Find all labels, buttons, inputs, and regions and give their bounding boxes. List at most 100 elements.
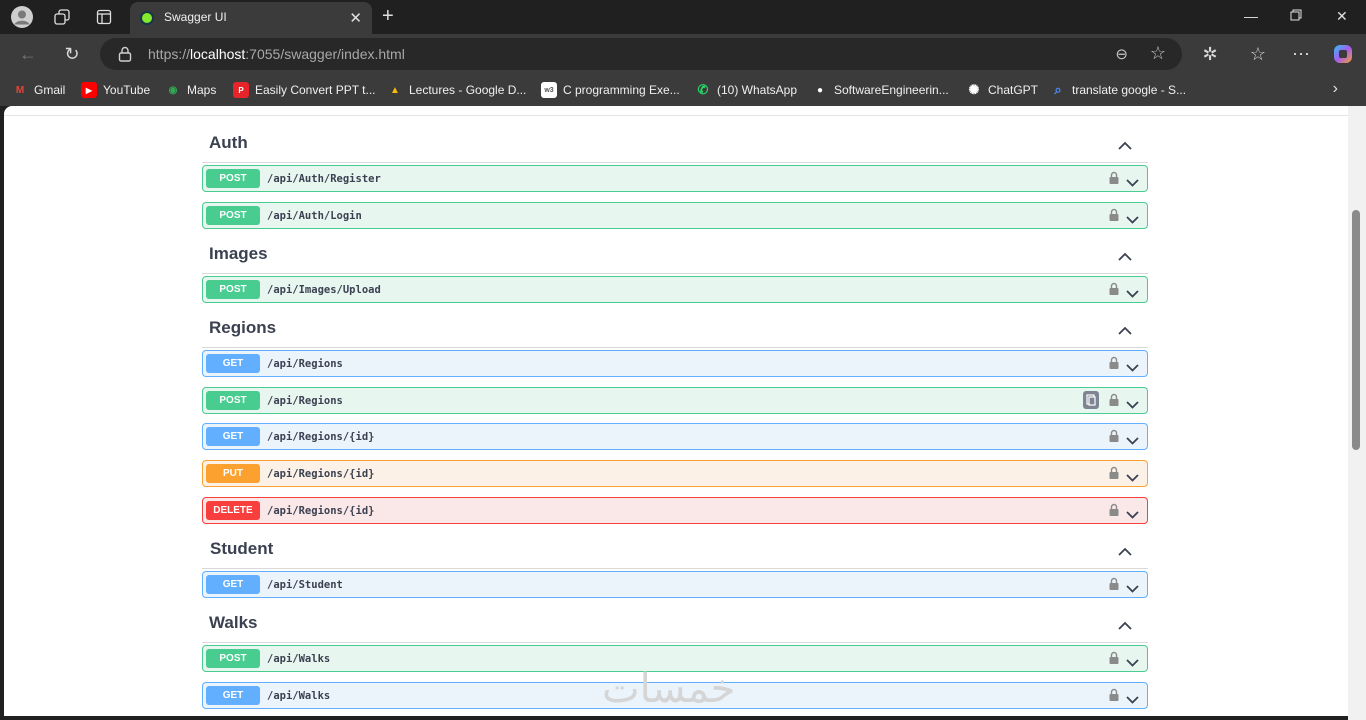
authorization-lock-icon[interactable] xyxy=(1109,393,1119,407)
operation-path: /api/Auth/Login xyxy=(267,210,362,222)
chevron-up-icon[interactable] xyxy=(1118,322,1132,340)
tag-header-regions[interactable]: Regions xyxy=(202,308,1148,348)
profile-avatar-icon[interactable] xyxy=(9,5,35,29)
operation-post-api-regions[interactable]: POST/api/Regions xyxy=(202,387,1148,414)
minimize-icon[interactable]: — xyxy=(1244,8,1258,24)
tag-name: Student xyxy=(210,539,274,558)
bookmark-github[interactable]: ● SoftwareEngineerin... xyxy=(812,82,949,98)
tag-name: Auth xyxy=(209,133,248,152)
bookmark-lectures-drive[interactable]: ▲ Lectures - Google D... xyxy=(387,82,526,98)
authorization-lock-icon[interactable] xyxy=(1109,171,1119,185)
chevron-down-icon[interactable] xyxy=(1126,211,1139,229)
chevron-up-icon[interactable] xyxy=(1118,137,1132,155)
chevron-right-icon[interactable]: › xyxy=(1333,80,1338,98)
tag-header-images[interactable]: Images xyxy=(202,234,1148,274)
tag-header-auth[interactable]: Auth xyxy=(202,123,1148,163)
chevron-down-icon[interactable] xyxy=(1126,432,1139,450)
new-tab-icon[interactable]: + xyxy=(382,6,394,26)
more-menu-icon[interactable]: ⋯ xyxy=(1289,42,1313,66)
tab-actions-icon[interactable] xyxy=(91,5,117,29)
operation-delete-api-regions-id[interactable]: DELETE/api/Regions/{id} xyxy=(202,497,1148,524)
authorization-lock-icon[interactable] xyxy=(1109,688,1119,702)
tag-header-walks[interactable]: Walks xyxy=(202,603,1148,643)
operation-path: /api/Auth/Register xyxy=(267,173,381,185)
method-badge: POST xyxy=(206,391,260,410)
chevron-up-icon[interactable] xyxy=(1118,248,1132,266)
tab-swagger-ui[interactable]: Swagger UI ✕ xyxy=(130,2,372,34)
page-viewport: Auth POST/api/Auth/Register POST/api/Auth/… xyxy=(4,106,1348,716)
operation-path: /api/Regions xyxy=(267,358,343,370)
address-bar[interactable]: https://localhost:7055/swagger/index.htm… xyxy=(100,38,1182,70)
operation-get-api-regions-id[interactable]: GET/api/Regions/{id} xyxy=(202,423,1148,450)
chatgpt-icon: ✺ xyxy=(968,82,980,97)
close-window-icon[interactable]: ✕ xyxy=(1336,8,1348,25)
close-tab-icon[interactable]: ✕ xyxy=(349,9,362,27)
operation-get-api-regions[interactable]: GET/api/Regions xyxy=(202,350,1148,377)
restore-icon[interactable] xyxy=(1290,8,1302,24)
method-badge: GET xyxy=(206,575,260,594)
favorite-star-icon[interactable]: ☆ xyxy=(1150,43,1166,64)
chevron-up-icon[interactable] xyxy=(1118,617,1132,635)
method-badge: DELETE xyxy=(206,501,260,520)
chevron-down-icon[interactable] xyxy=(1126,654,1139,672)
bookmarks-bar: M Gmail ▶ YouTube ◉ Maps P Easily Convert PP… xyxy=(0,74,1366,106)
bookmark-maps[interactable]: ◉ Maps xyxy=(165,82,217,98)
workspaces-icon[interactable] xyxy=(49,5,75,29)
authorization-lock-icon[interactable] xyxy=(1109,466,1119,480)
bookmark-c-programming[interactable]: w3 C programming Exe... xyxy=(541,82,680,98)
authorization-lock-icon[interactable] xyxy=(1109,356,1119,370)
chevron-down-icon[interactable] xyxy=(1126,174,1139,192)
authorization-lock-icon[interactable] xyxy=(1109,503,1119,517)
chevron-down-icon[interactable] xyxy=(1126,469,1139,487)
bookmark-gmail[interactable]: M Gmail xyxy=(12,82,66,98)
zoom-icon[interactable]: ⊖ xyxy=(1115,45,1128,63)
bookmark-translate[interactable]: ⌕ translate google - S... xyxy=(1050,82,1186,98)
operation-post-api-auth-register[interactable]: POST/api/Auth/Register xyxy=(202,165,1148,192)
w3r-icon: w3 xyxy=(541,82,557,98)
lock-icon[interactable] xyxy=(118,46,132,62)
refresh-icon[interactable]: ↻ xyxy=(60,42,84,66)
copy-path-icon[interactable] xyxy=(1083,391,1099,409)
authorization-lock-icon[interactable] xyxy=(1109,208,1119,222)
back-icon[interactable]: ← xyxy=(16,42,40,66)
bookmark-youtube[interactable]: ▶ YouTube xyxy=(81,82,150,98)
operation-path: /api/Student xyxy=(267,579,343,591)
chevron-down-icon[interactable] xyxy=(1126,359,1139,377)
operation-post-api-auth-login[interactable]: POST/api/Auth/Login xyxy=(202,202,1148,229)
scrollbar-thumb[interactable] xyxy=(1352,210,1360,450)
authorization-lock-icon[interactable] xyxy=(1109,651,1119,665)
operation-path: /api/Walks xyxy=(267,690,331,702)
tag-header-student[interactable]: Student xyxy=(202,529,1148,569)
method-badge: POST xyxy=(206,169,260,188)
authorization-lock-icon[interactable] xyxy=(1109,577,1119,591)
bookmark-whatsapp[interactable]: ✆ (10) WhatsApp xyxy=(695,82,798,98)
chevron-up-icon[interactable] xyxy=(1118,543,1132,561)
chevron-down-icon[interactable] xyxy=(1126,691,1139,709)
operation-put-api-regions-id[interactable]: PUT/api/Regions/{id} xyxy=(202,460,1148,487)
tag-name: Regions xyxy=(209,318,277,337)
operation-post-api-images-upload[interactable]: POST/api/Images/Upload xyxy=(202,276,1148,303)
operation-path: /api/Walks xyxy=(267,653,331,665)
browser-toolbar: ← ↻ https://localhost:7055/swagger/index… xyxy=(0,34,1366,74)
chevron-down-icon[interactable] xyxy=(1126,580,1139,598)
github-icon: ● xyxy=(816,84,824,96)
chevron-down-icon[interactable] xyxy=(1126,396,1139,414)
url-text[interactable]: https://localhost:7055/swagger/index.htm… xyxy=(148,46,405,62)
bookmark-pdf-convert[interactable]: P Easily Convert PPT t... xyxy=(233,82,376,98)
authorization-lock-icon[interactable] xyxy=(1109,429,1119,443)
watermark: خمسات xyxy=(602,666,736,712)
method-badge: POST xyxy=(206,280,260,299)
authorization-lock-icon[interactable] xyxy=(1109,282,1119,296)
page-scrollbar[interactable] xyxy=(1348,106,1366,720)
operation-get-api-student[interactable]: GET/api/Student xyxy=(202,571,1148,598)
method-badge: GET xyxy=(206,686,260,705)
tag-name: Images xyxy=(209,244,268,263)
divider xyxy=(4,115,1348,116)
bookmark-chatgpt[interactable]: ✺ ChatGPT xyxy=(966,82,1038,98)
extensions-icon[interactable]: ✲ xyxy=(1198,42,1222,66)
whatsapp-icon: ✆ xyxy=(697,82,709,97)
chevron-down-icon[interactable] xyxy=(1126,285,1139,303)
favorites-icon[interactable]: ☆ xyxy=(1246,42,1270,66)
copilot-icon[interactable] xyxy=(1331,42,1355,66)
chevron-down-icon[interactable] xyxy=(1126,506,1139,524)
